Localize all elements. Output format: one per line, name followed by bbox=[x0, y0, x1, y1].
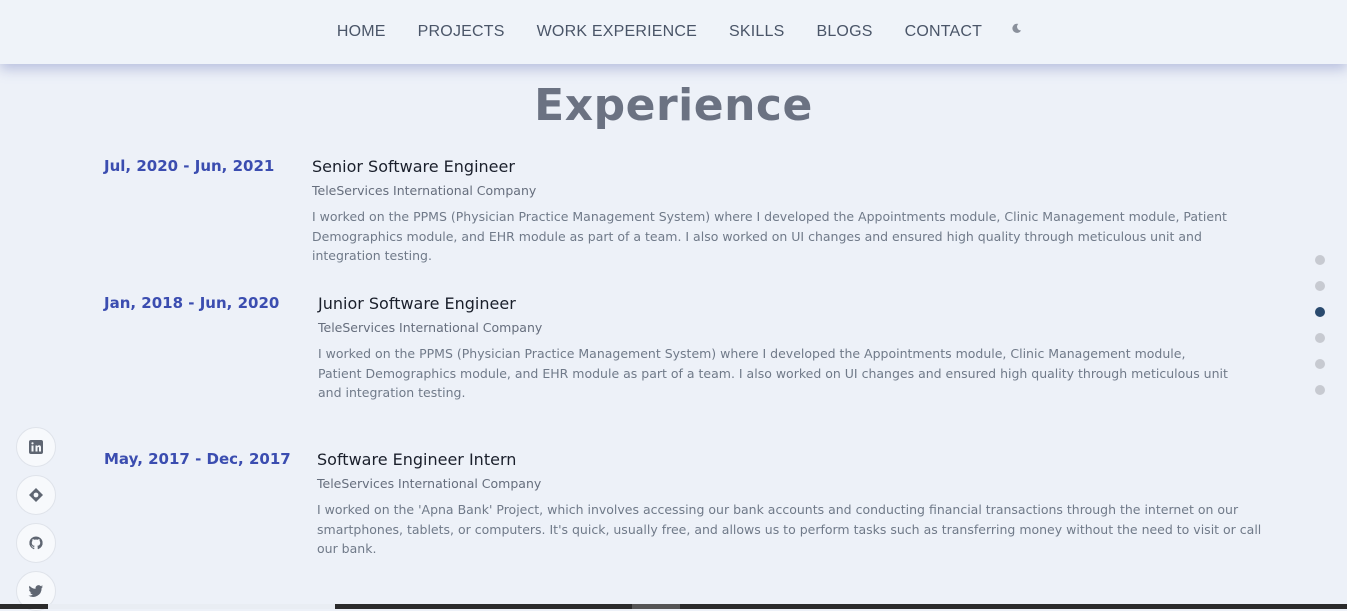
experience-company: TeleServices International Company bbox=[318, 320, 543, 335]
section-dot[interactable] bbox=[1315, 281, 1325, 291]
experience-role: Software Engineer Intern bbox=[317, 450, 517, 469]
nav-home[interactable]: HOME bbox=[321, 0, 402, 64]
twitter-icon bbox=[28, 585, 43, 597]
nav-work-experience[interactable]: WORK EXPERIENCE bbox=[521, 0, 713, 64]
experience-company: TeleServices International Company bbox=[312, 183, 537, 198]
section-dot-active[interactable] bbox=[1315, 307, 1325, 317]
nav-skills[interactable]: SKILLS bbox=[713, 0, 800, 64]
experience-date: Jan, 2018 - Jun, 2020 bbox=[104, 294, 280, 312]
experience-body: Senior Software Engineer TeleServices In… bbox=[312, 157, 1264, 266]
section-dot[interactable] bbox=[1315, 359, 1325, 369]
bottom-edge bbox=[0, 604, 1347, 609]
linkedin-icon bbox=[29, 440, 43, 454]
theme-toggle-button[interactable] bbox=[1006, 18, 1026, 38]
nav-menu: HOME PROJECTS WORK EXPERIENCE SKILLS BLO… bbox=[0, 0, 1347, 64]
github-icon bbox=[29, 536, 43, 550]
linkedin-link[interactable] bbox=[16, 427, 56, 467]
section-dot[interactable] bbox=[1315, 255, 1325, 265]
section-dots-nav bbox=[1315, 255, 1325, 411]
experience-company: TeleServices International Company bbox=[317, 476, 542, 491]
location-icon bbox=[29, 488, 43, 502]
experience-description: I worked on the 'Apna Bank' Project, whi… bbox=[317, 502, 1262, 556]
section-dot[interactable] bbox=[1315, 385, 1325, 395]
nav-projects[interactable]: PROJECTS bbox=[402, 0, 521, 64]
nav-blogs[interactable]: BLOGS bbox=[800, 0, 888, 64]
experience-description: I worked on the PPMS (Physician Practice… bbox=[312, 209, 1227, 263]
navbar: HOME PROJECTS WORK EXPERIENCE SKILLS BLO… bbox=[0, 0, 1347, 64]
moon-icon bbox=[1012, 23, 1021, 33]
bottom-edge-segment bbox=[48, 604, 335, 609]
location-link[interactable] bbox=[16, 475, 56, 515]
github-link[interactable] bbox=[16, 523, 56, 563]
experience-description: I worked on the PPMS (Physician Practice… bbox=[318, 346, 1228, 400]
experience-date: May, 2017 - Dec, 2017 bbox=[104, 450, 291, 468]
experience-role: Junior Software Engineer bbox=[318, 294, 516, 313]
experience-date: Jul, 2020 - Jun, 2021 bbox=[104, 157, 275, 175]
page-title: Experience bbox=[534, 80, 813, 131]
section-dot[interactable] bbox=[1315, 333, 1325, 343]
experience-role: Senior Software Engineer bbox=[312, 157, 515, 176]
experience-body: Software Engineer Intern TeleServices In… bbox=[317, 450, 1267, 559]
experience-body: Junior Software Engineer TeleServices In… bbox=[318, 294, 1228, 403]
bottom-edge-segment bbox=[632, 604, 680, 609]
nav-contact[interactable]: CONTACT bbox=[889, 0, 999, 64]
